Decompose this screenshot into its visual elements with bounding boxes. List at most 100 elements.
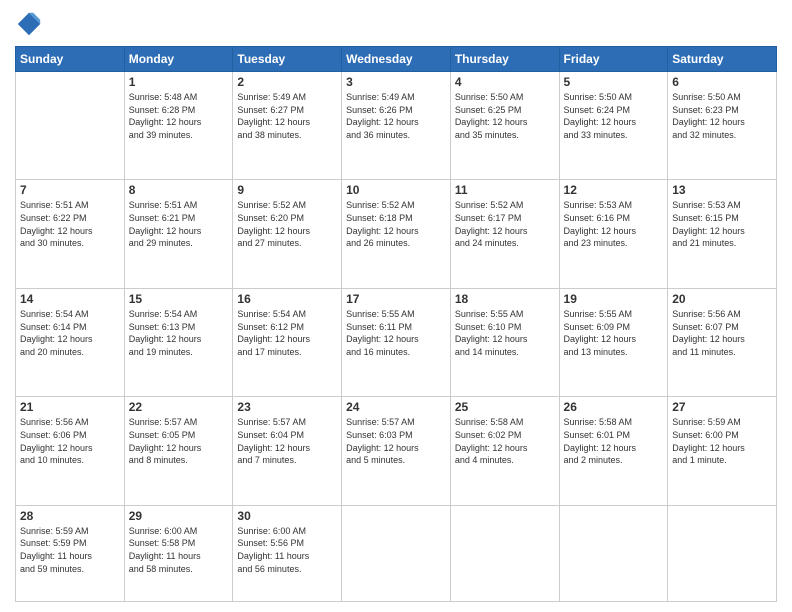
cell-info: Sunrise: 5:56 AMSunset: 6:06 PMDaylight:…: [20, 416, 120, 466]
calendar-cell: 14 Sunrise: 5:54 AMSunset: 6:14 PMDayligh…: [16, 288, 125, 396]
day-number: 18: [455, 292, 555, 306]
calendar-week-row: 7 Sunrise: 5:51 AMSunset: 6:22 PMDaylight…: [16, 180, 777, 288]
calendar-week-row: 28 Sunrise: 5:59 AMSunset: 5:59 PMDayligh…: [16, 505, 777, 601]
calendar-cell: 2Sunrise: 5:49 AMSunset: 6:27 PMDaylight…: [233, 72, 342, 180]
calendar-cell: 30 Sunrise: 6:00 AMSunset: 5:56 PMDayligh…: [233, 505, 342, 601]
day-number: 5: [564, 75, 664, 89]
calendar-cell: 29 Sunrise: 6:00 AMSunset: 5:58 PMDayligh…: [124, 505, 233, 601]
calendar-cell: [450, 505, 559, 601]
day-number: 9: [237, 183, 337, 197]
cell-info: Sunrise: 5:58 AMSunset: 6:01 PMDaylight:…: [564, 416, 664, 466]
calendar-cell: 27 Sunrise: 5:59 AMSunset: 6:00 PMDayligh…: [668, 397, 777, 505]
logo: [15, 10, 47, 38]
cell-info: Sunrise: 5:53 AMSunset: 6:15 PMDaylight:…: [672, 199, 772, 249]
cell-info: Sunrise: 5:50 AMSunset: 6:24 PMDaylight:…: [564, 91, 664, 141]
logo-icon: [15, 10, 43, 38]
cell-info: Sunrise: 5:55 AMSunset: 6:10 PMDaylight:…: [455, 308, 555, 358]
cell-info: Sunrise: 5:51 AMSunset: 6:21 PMDaylight:…: [129, 199, 229, 249]
cell-info: Sunrise: 5:54 AMSunset: 6:14 PMDaylight:…: [20, 308, 120, 358]
day-number: 16: [237, 292, 337, 306]
calendar-cell: 1Sunrise: 5:48 AMSunset: 6:28 PMDaylight…: [124, 72, 233, 180]
cell-info: Sunrise: 5:57 AMSunset: 6:03 PMDaylight:…: [346, 416, 446, 466]
calendar-cell: 13 Sunrise: 5:53 AMSunset: 6:15 PMDayligh…: [668, 180, 777, 288]
cell-info: Sunrise: 5:48 AMSunset: 6:28 PMDaylight:…: [129, 91, 229, 141]
calendar-cell: 20 Sunrise: 5:56 AMSunset: 6:07 PMDayligh…: [668, 288, 777, 396]
cell-info: Sunrise: 5:57 AMSunset: 6:04 PMDaylight:…: [237, 416, 337, 466]
day-number: 23: [237, 400, 337, 414]
day-number: 11: [455, 183, 555, 197]
cell-info: Sunrise: 6:00 AMSunset: 5:58 PMDaylight:…: [129, 525, 229, 575]
calendar-cell: 17 Sunrise: 5:55 AMSunset: 6:11 PMDayligh…: [342, 288, 451, 396]
day-number: 14: [20, 292, 120, 306]
cell-info: Sunrise: 5:52 AMSunset: 6:20 PMDaylight:…: [237, 199, 337, 249]
day-number: 6: [672, 75, 772, 89]
cell-info: Sunrise: 5:49 AMSunset: 6:27 PMDaylight:…: [237, 91, 337, 141]
calendar-cell: 22 Sunrise: 5:57 AMSunset: 6:05 PMDayligh…: [124, 397, 233, 505]
calendar-cell: 24 Sunrise: 5:57 AMSunset: 6:03 PMDayligh…: [342, 397, 451, 505]
day-number: 22: [129, 400, 229, 414]
cell-info: Sunrise: 5:58 AMSunset: 6:02 PMDaylight:…: [455, 416, 555, 466]
calendar-week-row: 14 Sunrise: 5:54 AMSunset: 6:14 PMDayligh…: [16, 288, 777, 396]
cell-info: Sunrise: 5:49 AMSunset: 6:26 PMDaylight:…: [346, 91, 446, 141]
cell-info: Sunrise: 5:52 AMSunset: 6:18 PMDaylight:…: [346, 199, 446, 249]
cell-info: Sunrise: 5:55 AMSunset: 6:11 PMDaylight:…: [346, 308, 446, 358]
calendar-cell: 23 Sunrise: 5:57 AMSunset: 6:04 PMDayligh…: [233, 397, 342, 505]
calendar-cell: 6 Sunrise: 5:50 AMSunset: 6:23 PMDaylight…: [668, 72, 777, 180]
calendar-cell: 5 Sunrise: 5:50 AMSunset: 6:24 PMDaylight…: [559, 72, 668, 180]
day-number: 17: [346, 292, 446, 306]
calendar-cell: 28 Sunrise: 5:59 AMSunset: 5:59 PMDayligh…: [16, 505, 125, 601]
cell-info: Sunrise: 5:59 AMSunset: 5:59 PMDaylight:…: [20, 525, 120, 575]
cell-info: Sunrise: 5:50 AMSunset: 6:25 PMDaylight:…: [455, 91, 555, 141]
day-number: 7: [20, 183, 120, 197]
day-number: 19: [564, 292, 664, 306]
day-number: 4: [455, 75, 555, 89]
calendar-cell: [559, 505, 668, 601]
day-number: 30: [237, 509, 337, 523]
cell-info: Sunrise: 5:55 AMSunset: 6:09 PMDaylight:…: [564, 308, 664, 358]
day-number: 26: [564, 400, 664, 414]
cell-info: Sunrise: 5:54 AMSunset: 6:13 PMDaylight:…: [129, 308, 229, 358]
calendar-cell: 12 Sunrise: 5:53 AMSunset: 6:16 PMDayligh…: [559, 180, 668, 288]
cell-info: Sunrise: 5:54 AMSunset: 6:12 PMDaylight:…: [237, 308, 337, 358]
weekday-header: Sunday: [16, 47, 125, 72]
day-number: 8: [129, 183, 229, 197]
header: [15, 10, 777, 38]
cell-info: Sunrise: 5:56 AMSunset: 6:07 PMDaylight:…: [672, 308, 772, 358]
day-number: 15: [129, 292, 229, 306]
calendar-cell: [342, 505, 451, 601]
cell-info: Sunrise: 5:52 AMSunset: 6:17 PMDaylight:…: [455, 199, 555, 249]
weekday-header: Wednesday: [342, 47, 451, 72]
day-number: 27: [672, 400, 772, 414]
calendar-week-row: 21 Sunrise: 5:56 AMSunset: 6:06 PMDayligh…: [16, 397, 777, 505]
calendar-week-row: 1Sunrise: 5:48 AMSunset: 6:28 PMDaylight…: [16, 72, 777, 180]
calendar-cell: 26 Sunrise: 5:58 AMSunset: 6:01 PMDayligh…: [559, 397, 668, 505]
day-number: 25: [455, 400, 555, 414]
cell-info: Sunrise: 6:00 AMSunset: 5:56 PMDaylight:…: [237, 525, 337, 575]
calendar-cell: 11 Sunrise: 5:52 AMSunset: 6:17 PMDayligh…: [450, 180, 559, 288]
cell-info: Sunrise: 5:51 AMSunset: 6:22 PMDaylight:…: [20, 199, 120, 249]
cell-info: Sunrise: 5:57 AMSunset: 6:05 PMDaylight:…: [129, 416, 229, 466]
calendar-cell: [668, 505, 777, 601]
calendar-cell: 7 Sunrise: 5:51 AMSunset: 6:22 PMDaylight…: [16, 180, 125, 288]
cell-info: Sunrise: 5:59 AMSunset: 6:00 PMDaylight:…: [672, 416, 772, 466]
calendar-cell: 25 Sunrise: 5:58 AMSunset: 6:02 PMDayligh…: [450, 397, 559, 505]
cell-info: Sunrise: 5:53 AMSunset: 6:16 PMDaylight:…: [564, 199, 664, 249]
day-number: 21: [20, 400, 120, 414]
day-number: 13: [672, 183, 772, 197]
day-number: 3: [346, 75, 446, 89]
weekday-header: Tuesday: [233, 47, 342, 72]
calendar-cell: 10Sunrise: 5:52 AMSunset: 6:18 PMDayligh…: [342, 180, 451, 288]
day-number: 24: [346, 400, 446, 414]
calendar-cell: 18 Sunrise: 5:55 AMSunset: 6:10 PMDayligh…: [450, 288, 559, 396]
weekday-header: Monday: [124, 47, 233, 72]
cell-info: Sunrise: 5:50 AMSunset: 6:23 PMDaylight:…: [672, 91, 772, 141]
day-number: 29: [129, 509, 229, 523]
calendar-cell: 8 Sunrise: 5:51 AMSunset: 6:21 PMDaylight…: [124, 180, 233, 288]
calendar-header-row: SundayMondayTuesdayWednesdayThursdayFrid…: [16, 47, 777, 72]
day-number: 12: [564, 183, 664, 197]
day-number: 28: [20, 509, 120, 523]
calendar-cell: 16 Sunrise: 5:54 AMSunset: 6:12 PMDayligh…: [233, 288, 342, 396]
day-number: 20: [672, 292, 772, 306]
calendar-body: 1Sunrise: 5:48 AMSunset: 6:28 PMDaylight…: [16, 72, 777, 602]
calendar-cell: 19 Sunrise: 5:55 AMSunset: 6:09 PMDayligh…: [559, 288, 668, 396]
